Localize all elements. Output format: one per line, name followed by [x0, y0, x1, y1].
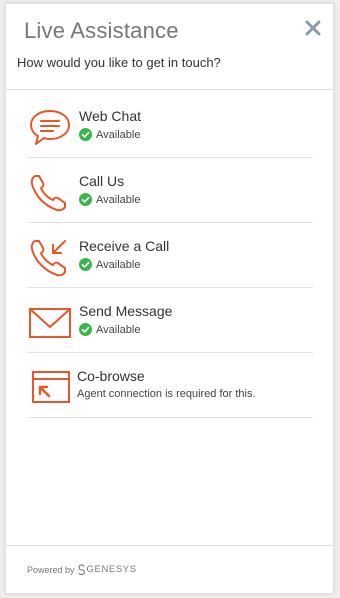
check-circle-icon [79, 128, 92, 141]
powered-by: Powered by GENESYS [27, 564, 137, 575]
incoming-call-icon [30, 240, 66, 277]
close-button[interactable] [303, 18, 323, 38]
status-text: Available [96, 193, 141, 206]
live-assistance-panel: Live Assistance How would you like to ge… [5, 3, 334, 594]
contact-options-list: Web Chat Available Call Us Available Rec… [27, 93, 313, 418]
panel-subtitle: How would you like to get in touch? [17, 55, 221, 70]
option-send-message[interactable]: Send Message Available [27, 288, 313, 353]
option-name: Send Message [79, 303, 173, 319]
status-text: Available [96, 258, 141, 271]
option-receive-a-call[interactable]: Receive a Call Available [27, 223, 313, 288]
option-status: Available [79, 193, 140, 206]
panel-title: Live Assistance [24, 18, 179, 43]
option-status: Available [79, 258, 140, 271]
check-circle-icon [79, 323, 92, 336]
option-status: Available [79, 128, 140, 141]
option-co-browse[interactable]: Co-browse Agent connection is required f… [27, 353, 313, 418]
option-name: Web Chat [79, 108, 141, 124]
option-name: Receive a Call [79, 238, 170, 254]
option-status: Agent connection is required for this. [77, 388, 256, 400]
status-text: Available [96, 128, 141, 141]
cobrowse-window-icon [32, 371, 70, 403]
close-icon [305, 20, 321, 36]
option-status: Available [79, 323, 140, 336]
option-name: Co-browse [77, 368, 145, 384]
status-text: Available [96, 323, 141, 336]
panel-footer: Powered by GENESYS [6, 545, 333, 593]
brand-name: GENESYS [86, 564, 137, 575]
genesys-mark-icon [77, 564, 85, 575]
phone-icon [30, 175, 66, 212]
check-circle-icon [79, 193, 92, 206]
option-name: Call Us [79, 173, 125, 189]
panel-header: Live Assistance How would you like to ge… [6, 4, 333, 90]
genesys-logo[interactable]: GENESYS [77, 564, 137, 575]
chat-bubble-icon [30, 110, 70, 145]
option-web-chat[interactable]: Web Chat Available [27, 93, 313, 158]
powered-by-label: Powered by [27, 564, 75, 575]
check-circle-icon [79, 258, 92, 271]
envelope-icon [29, 308, 71, 338]
status-text: Agent connection is required for this. [77, 388, 256, 400]
option-call-us[interactable]: Call Us Available [27, 158, 313, 223]
